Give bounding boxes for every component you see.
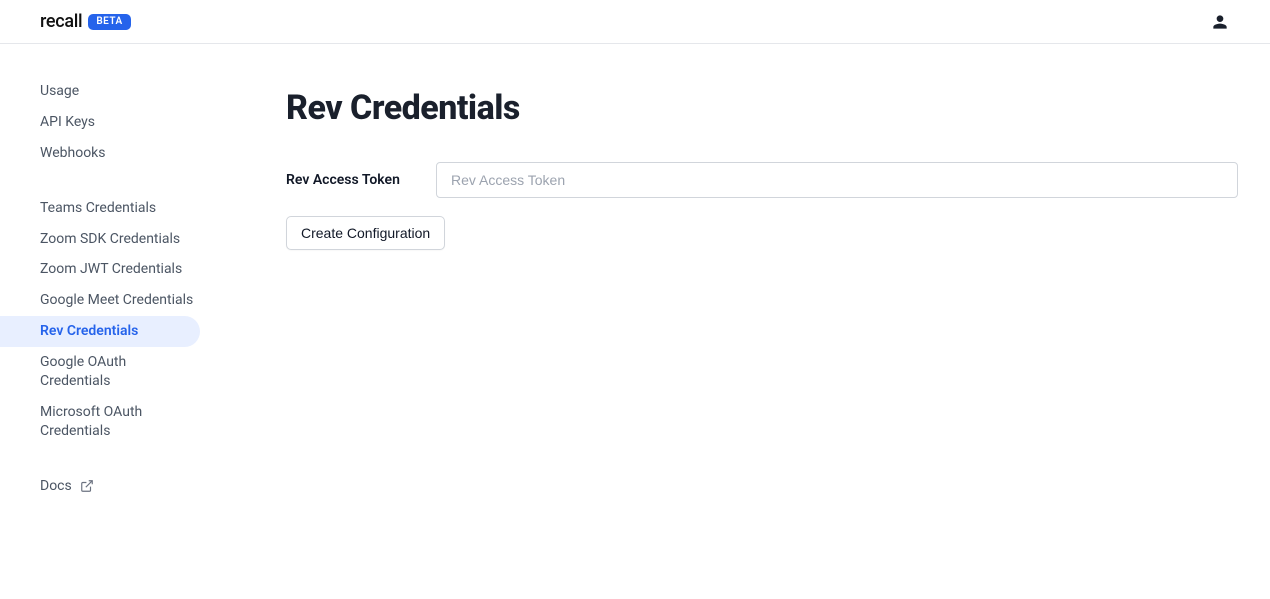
sidebar-item-label: Docs bbox=[40, 477, 72, 496]
form-row-access-token: Rev Access Token bbox=[286, 162, 1238, 198]
access-token-label: Rev Access Token bbox=[286, 172, 436, 188]
sidebar-item-teams-credentials[interactable]: Teams Credentials bbox=[0, 193, 200, 224]
sidebar-item-zoom-sdk-credentials[interactable]: Zoom SDK Credentials bbox=[0, 224, 200, 255]
app-header: recall BETA bbox=[0, 0, 1270, 44]
sidebar-item-usage[interactable]: Usage bbox=[0, 76, 200, 107]
sidebar-item-docs[interactable]: Docs bbox=[0, 471, 200, 502]
user-icon[interactable] bbox=[1210, 12, 1230, 32]
sidebar-item-microsoft-oauth-credentials[interactable]: Microsoft OAuth Credentials bbox=[0, 397, 200, 447]
sidebar: Usage API Keys Webhooks Teams Credential… bbox=[0, 44, 200, 599]
page-title: Rev Credentials bbox=[286, 88, 1238, 128]
logo-text: recall bbox=[40, 11, 82, 32]
nav-group-docs: Docs bbox=[0, 471, 200, 502]
logo[interactable]: recall BETA bbox=[40, 11, 131, 32]
beta-badge: BETA bbox=[88, 14, 130, 30]
sidebar-item-zoom-jwt-credentials[interactable]: Zoom JWT Credentials bbox=[0, 254, 200, 285]
external-link-icon bbox=[80, 479, 94, 493]
sidebar-item-google-meet-credentials[interactable]: Google Meet Credentials bbox=[0, 285, 200, 316]
access-token-input[interactable] bbox=[436, 162, 1238, 198]
sidebar-item-api-keys[interactable]: API Keys bbox=[0, 107, 200, 138]
main-content: Rev Credentials Rev Access Token Create … bbox=[200, 44, 1270, 599]
sidebar-item-google-oauth-credentials[interactable]: Google OAuth Credentials bbox=[0, 347, 200, 397]
nav-group-main: Usage API Keys Webhooks bbox=[0, 76, 200, 169]
sidebar-item-rev-credentials[interactable]: Rev Credentials bbox=[0, 316, 200, 347]
layout: Usage API Keys Webhooks Teams Credential… bbox=[0, 44, 1270, 599]
nav-group-credentials: Teams Credentials Zoom SDK Credentials Z… bbox=[0, 193, 200, 447]
create-configuration-button[interactable]: Create Configuration bbox=[286, 216, 445, 250]
sidebar-item-webhooks[interactable]: Webhooks bbox=[0, 138, 200, 169]
